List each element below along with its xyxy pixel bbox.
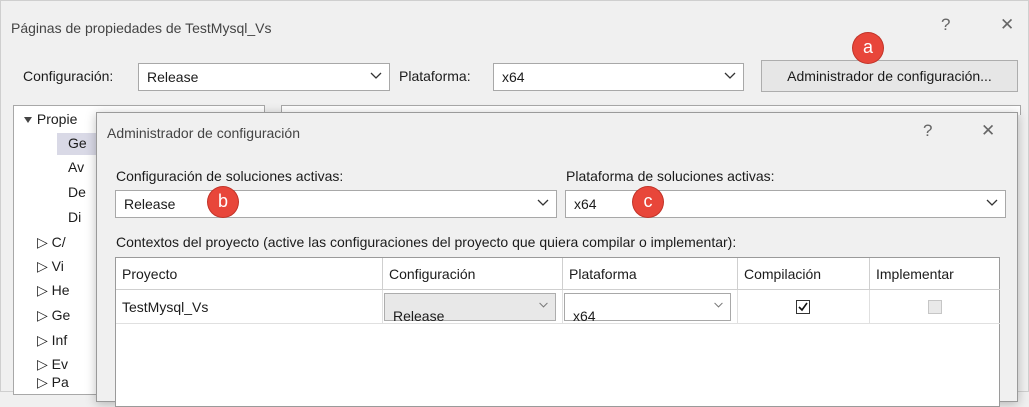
tree-group-label: Vi bbox=[51, 258, 64, 274]
tree-group-label: Inf bbox=[51, 332, 68, 348]
configuration-label: Configuración: bbox=[23, 68, 114, 84]
row-configuration-value: Release bbox=[393, 308, 445, 324]
active-config-value: Release bbox=[124, 196, 176, 212]
tree-item-advanced[interactable]: Av bbox=[68, 159, 84, 175]
active-platform-select[interactable]: x64 bbox=[565, 190, 1006, 218]
column-header-build[interactable]: Compilación bbox=[738, 258, 870, 290]
configuration-manager-dialog: Administrador de configuración ? ✕ Confi… bbox=[96, 112, 1018, 407]
annotation-badge-c: c bbox=[633, 187, 663, 217]
configuration-value: Release bbox=[147, 69, 199, 85]
dialog-title: Administrador de configuración bbox=[107, 125, 300, 141]
tree-root-label: Propie bbox=[36, 111, 78, 127]
triangle-collapsed-icon: ▷ bbox=[37, 258, 52, 274]
project-contexts-grid: Proyecto Configuración Plataforma Compil… bbox=[115, 257, 1000, 407]
tree-group-inf[interactable]: ▷ Inf bbox=[37, 332, 67, 349]
tree-item-general[interactable]: Ge bbox=[68, 135, 87, 151]
chevron-down-icon bbox=[714, 302, 723, 308]
dialog-help-button[interactable]: ? bbox=[923, 121, 932, 141]
tree-root-expander[interactable]: Propie bbox=[23, 111, 77, 127]
platform-select[interactable]: x64 bbox=[493, 63, 744, 91]
configuration-select[interactable]: Release bbox=[138, 63, 390, 91]
close-icon: ✕ bbox=[1000, 15, 1015, 34]
tree-group-c[interactable]: ▷ C/ bbox=[37, 234, 66, 251]
table-row-configuration-cell: Release bbox=[383, 290, 563, 324]
tree-group-label: C/ bbox=[51, 234, 66, 250]
chevron-down-icon bbox=[537, 199, 549, 206]
tree-item-directories[interactable]: Di bbox=[68, 209, 81, 225]
platform-value: x64 bbox=[502, 69, 525, 85]
active-config-label: Configuración de soluciones activas: bbox=[116, 168, 344, 184]
annotation-badge-a: a bbox=[853, 33, 883, 63]
chevron-down-icon bbox=[370, 72, 382, 79]
triangle-collapsed-icon: ▷ bbox=[37, 282, 52, 298]
project-contexts-label: Contextos del proyecto (active las confi… bbox=[116, 234, 737, 250]
tree-group-label: Ev bbox=[51, 356, 68, 372]
help-icon: ? bbox=[941, 15, 951, 34]
tree-group-vi[interactable]: ▷ Vi bbox=[37, 258, 64, 275]
tree-group-he[interactable]: ▷ He bbox=[37, 282, 70, 299]
dialog-close-button[interactable]: ✕ bbox=[981, 121, 995, 141]
active-platform-label: Plataforma de soluciones activas: bbox=[566, 168, 775, 184]
build-checkbox[interactable] bbox=[796, 300, 810, 314]
platform-label: Plataforma: bbox=[399, 68, 471, 84]
help-icon: ? bbox=[923, 121, 933, 140]
row-platform-select[interactable]: x64 bbox=[564, 293, 731, 324]
deploy-checkbox[interactable] bbox=[928, 300, 942, 314]
row-configuration-select[interactable]: Release bbox=[384, 293, 556, 324]
chevron-down-icon bbox=[724, 72, 736, 79]
triangle-expanded-icon bbox=[24, 117, 32, 124]
tree-group-label: Pa bbox=[51, 374, 69, 390]
table-row-build-cell bbox=[738, 290, 870, 324]
triangle-collapsed-icon: ▷ bbox=[37, 332, 52, 348]
tree-group-ge[interactable]: ▷ Ge bbox=[37, 307, 70, 324]
checkmark-icon bbox=[798, 302, 808, 312]
table-row-deploy-cell bbox=[870, 290, 1000, 324]
active-platform-value: x64 bbox=[574, 196, 597, 212]
column-header-deploy[interactable]: Implementar bbox=[870, 258, 1000, 290]
configuration-manager-button[interactable]: Administrador de configuración... bbox=[761, 60, 1018, 92]
active-config-select[interactable]: Release bbox=[115, 190, 557, 218]
tree-group-pa[interactable]: ▷ Pa bbox=[37, 374, 69, 391]
column-header-configuration[interactable]: Configuración bbox=[383, 258, 563, 290]
table-row-platform-cell: x64 bbox=[563, 290, 738, 324]
triangle-collapsed-icon: ▷ bbox=[37, 356, 52, 372]
annotation-badge-b: b bbox=[208, 187, 238, 217]
close-icon: ✕ bbox=[981, 121, 996, 140]
chevron-down-icon bbox=[539, 302, 548, 308]
chevron-down-icon bbox=[986, 199, 998, 206]
help-button[interactable]: ? bbox=[941, 15, 950, 35]
table-row-project: TestMysql_Vs bbox=[116, 290, 383, 324]
tree-item-debugging[interactable]: De bbox=[68, 184, 86, 200]
tree-group-ev[interactable]: ▷ Ev bbox=[37, 356, 68, 373]
close-button[interactable]: ✕ bbox=[1000, 15, 1014, 35]
tree-group-label: He bbox=[51, 282, 70, 298]
triangle-collapsed-icon: ▷ bbox=[37, 234, 52, 250]
column-header-project[interactable]: Proyecto bbox=[116, 258, 383, 290]
tree-group-label: Ge bbox=[51, 307, 71, 323]
window-title: Páginas de propiedades de TestMysql_Vs bbox=[11, 20, 272, 36]
column-header-platform[interactable]: Plataforma bbox=[563, 258, 738, 290]
triangle-collapsed-icon: ▷ bbox=[37, 307, 52, 323]
triangle-collapsed-icon: ▷ bbox=[37, 374, 52, 390]
row-platform-value: x64 bbox=[573, 308, 596, 324]
